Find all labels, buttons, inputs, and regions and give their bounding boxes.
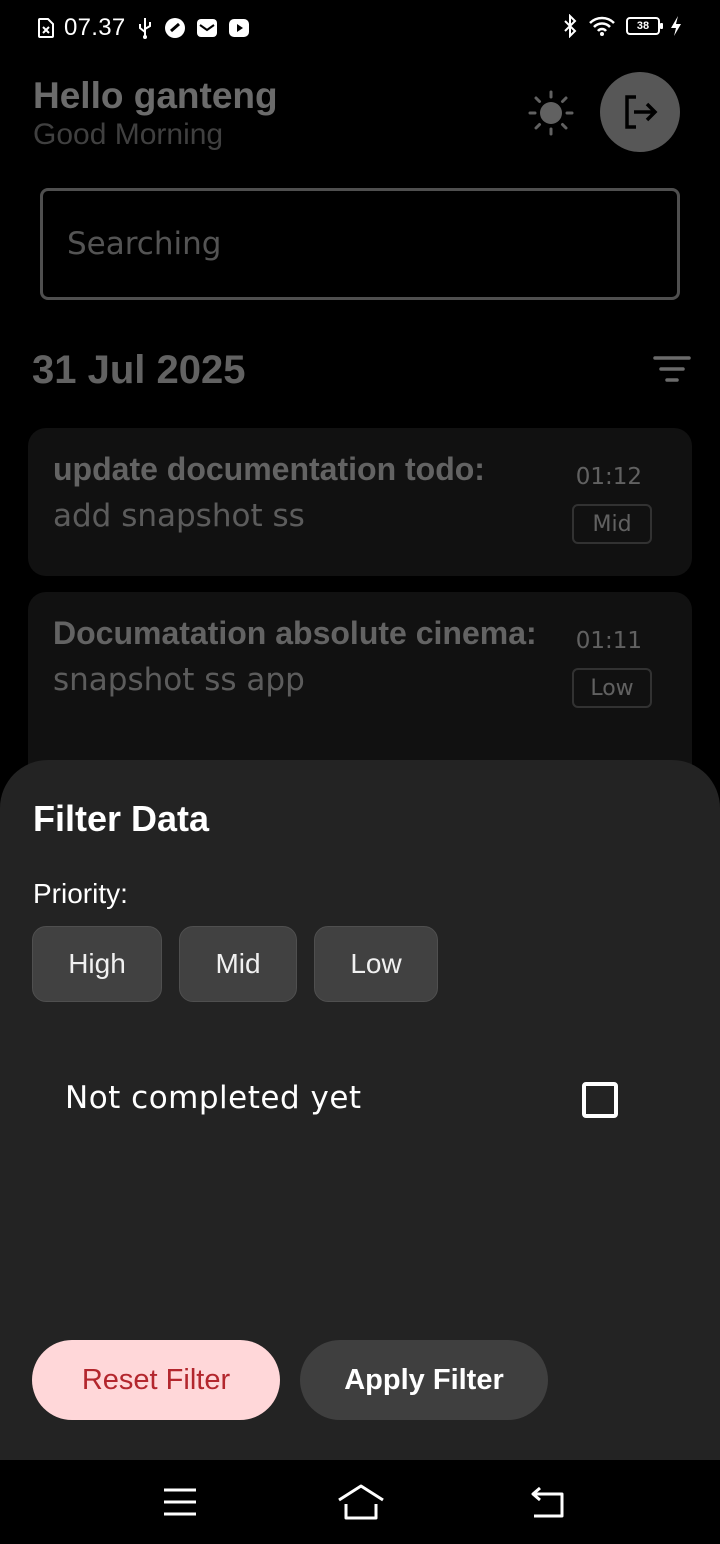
filter-sheet: Filter Data Priority: High Mid Low Not c… <box>0 760 720 1460</box>
status-bar: 07.37 38 <box>0 0 720 56</box>
navigation-bar <box>0 1460 720 1544</box>
priority-label: Priority: <box>33 878 128 909</box>
status-left: 07.37 <box>38 14 250 42</box>
priority-badge: Low <box>572 668 652 708</box>
greeting-subtitle: Good Morning <box>33 118 224 151</box>
home-icon[interactable] <box>336 1482 386 1522</box>
status-time: 07.37 <box>64 14 126 41</box>
todo-title: update documentation todo: add snapshot … <box>53 446 543 540</box>
search-placeholder: Searching <box>67 226 222 262</box>
todo-description: add snapshot ss <box>53 498 305 534</box>
greeting-title: Hello ganteng <box>33 75 278 116</box>
battery-icon: 38 <box>626 17 663 35</box>
todo-title-text: update documentation todo: <box>53 451 485 487</box>
logout-icon <box>625 95 658 129</box>
apply-filter-button[interactable]: Apply Filter <box>300 1340 548 1420</box>
reset-filter-button[interactable]: Reset Filter <box>32 1340 280 1420</box>
todo-card[interactable]: update documentation todo: add snapshot … <box>28 428 692 576</box>
priority-chip-high[interactable]: High <box>32 926 162 1002</box>
wifi-icon <box>589 16 615 36</box>
charging-icon <box>671 16 681 36</box>
todo-title-text: Documatation absolute cinema: <box>53 615 537 651</box>
not-completed-checkbox[interactable] <box>582 1082 618 1118</box>
filter-icon[interactable] <box>652 354 692 386</box>
priority-chips: High Mid Low <box>32 926 438 1002</box>
todo-page: Hello ganteng Good Morning Searching 31 … <box>0 56 720 782</box>
todo-time: 01:12 <box>575 464 642 490</box>
not-completed-label: Not completed yet <box>65 1080 362 1116</box>
todo-description: snapshot ss app <box>53 662 305 698</box>
bluetooth-icon <box>564 14 577 38</box>
todo-card[interactable]: Documatation absolute cinema: snapshot s… <box>28 592 692 782</box>
todo-time: 01:11 <box>575 628 642 654</box>
back-icon[interactable] <box>528 1482 568 1522</box>
logout-button[interactable] <box>600 72 680 152</box>
youtube-icon <box>228 19 249 37</box>
app-icon <box>164 18 185 38</box>
usb-icon <box>138 18 151 39</box>
sim-icon <box>38 18 54 38</box>
todo-title: Documatation absolute cinema: snapshot s… <box>53 610 543 704</box>
sheet-title: Filter Data <box>33 798 210 839</box>
status-right: 38 <box>562 14 682 38</box>
mail-icon <box>196 19 217 37</box>
search-input[interactable]: Searching <box>40 188 680 300</box>
date-heading: 31 Jul 2025 <box>32 348 246 392</box>
sun-icon[interactable] <box>528 90 574 136</box>
priority-chip-mid[interactable]: Mid <box>179 926 297 1002</box>
greeting-block: Hello ganteng Good Morning <box>33 74 278 152</box>
priority-chip-low[interactable]: Low <box>314 926 438 1002</box>
menu-icon[interactable] <box>160 1482 200 1522</box>
priority-badge: Mid <box>572 504 652 544</box>
